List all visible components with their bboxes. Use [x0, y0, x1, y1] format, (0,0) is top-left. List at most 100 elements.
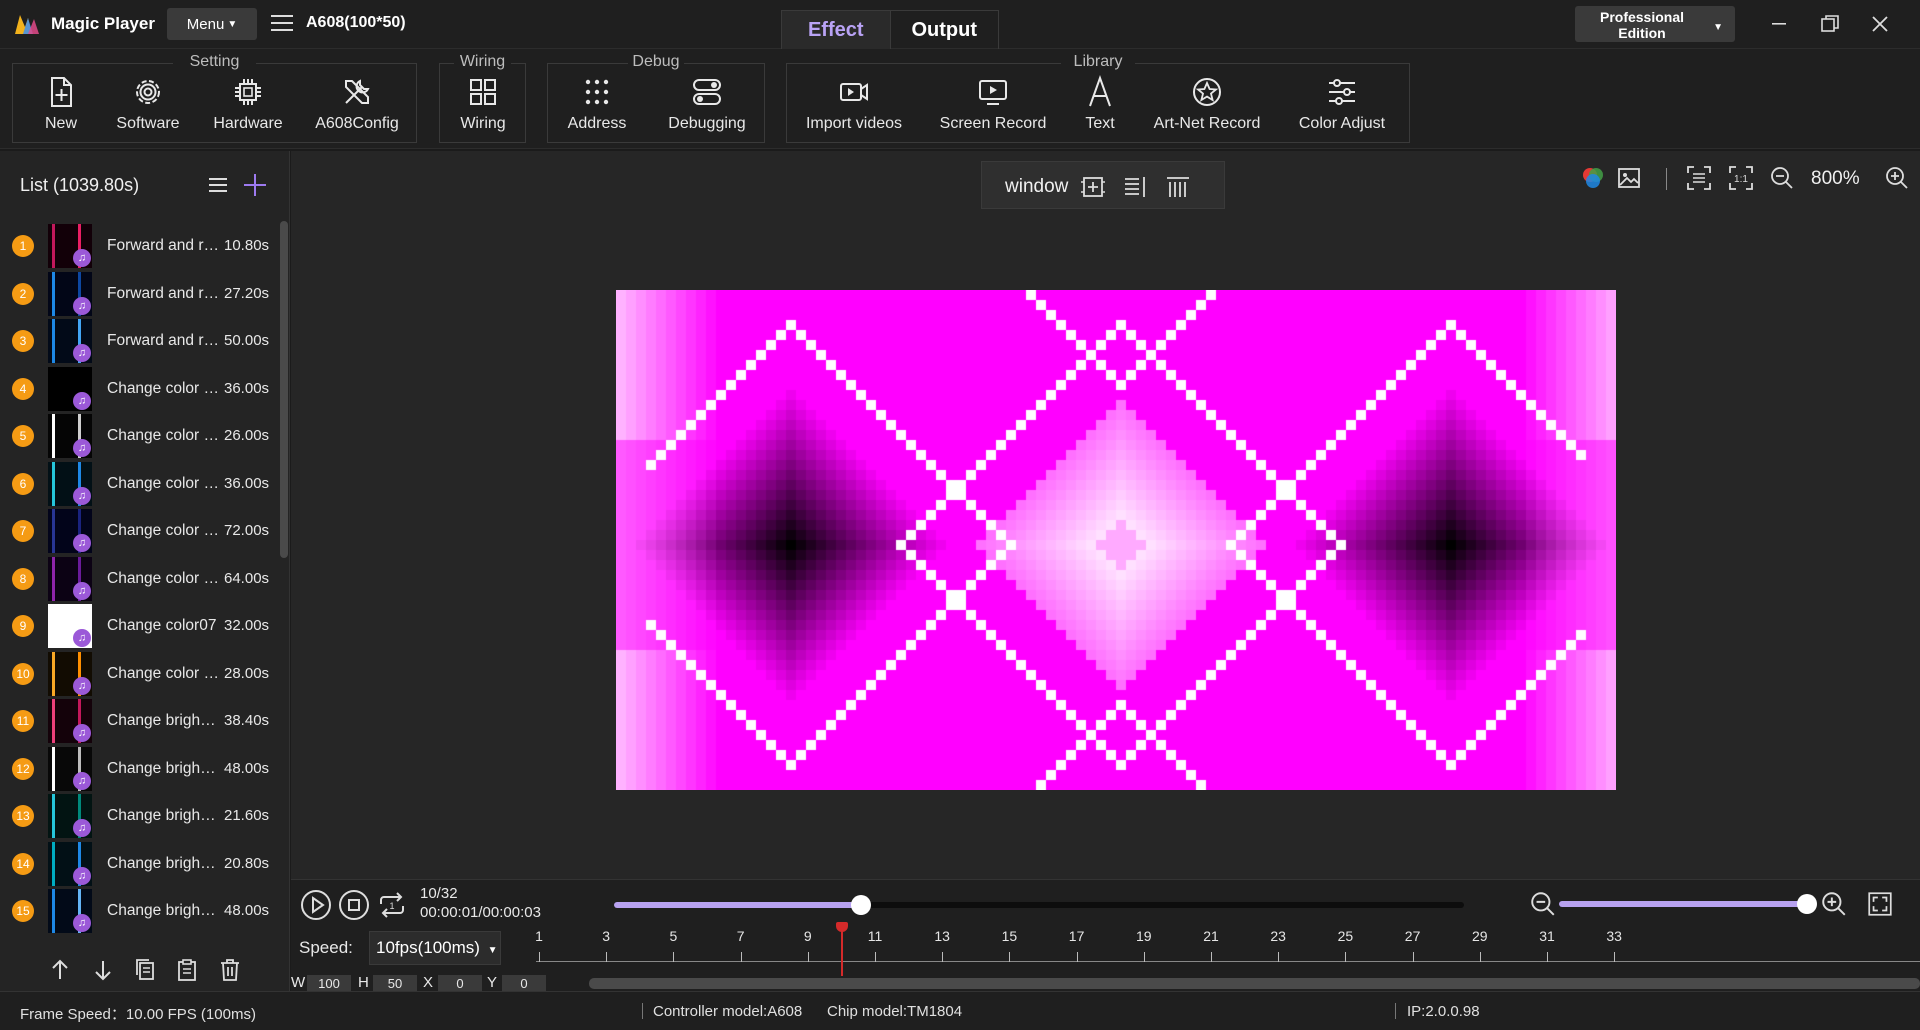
fullscreen-icon[interactable] — [1866, 890, 1894, 918]
screen-record-button[interactable]: Screen Record — [937, 75, 1049, 139]
list-item[interactable]: 11 ♫ Change brigh… 38.40s — [0, 696, 278, 744]
width-input[interactable]: 100 — [307, 975, 351, 992]
timeline-ruler[interactable]: 1 3 5 7 9 11 13 15 17 19 21 23 25 27 29 31 33 — [535, 924, 1920, 962]
add-window-icon[interactable] — [1080, 174, 1106, 200]
zoom-level: 800% — [1811, 168, 1860, 189]
hardware-button[interactable]: Hardware — [203, 75, 293, 139]
stop-icon[interactable] — [337, 888, 371, 922]
music-note-icon: ♫ — [73, 534, 91, 552]
item-duration: 64.00s — [224, 569, 270, 587]
item-thumbnail: ♫ — [48, 414, 92, 458]
color-wheel-icon[interactable] — [1580, 165, 1606, 191]
ruler-tick-label: 19 — [1136, 928, 1152, 944]
led-preview-canvas[interactable] — [616, 290, 1616, 790]
x-input[interactable]: 0 — [438, 975, 482, 992]
item-number-badge: 15 — [12, 900, 34, 922]
delete-icon[interactable] — [217, 957, 243, 983]
progress-handle[interactable] — [850, 895, 871, 915]
tab-effect[interactable]: Effect — [782, 11, 891, 49]
list-scrollbar[interactable] — [280, 221, 288, 558]
paste-icon[interactable] — [174, 957, 200, 983]
list-item[interactable]: 15 ♫ Change brigh… 48.00s — [0, 886, 278, 934]
caret-down-icon: ▼ — [487, 945, 498, 956]
ruler-tick-label: 31 — [1539, 928, 1555, 944]
color-adjust-button[interactable]: Color Adjust — [1287, 75, 1397, 139]
list-menu-icon[interactable] — [205, 172, 231, 198]
import-videos-button[interactable]: Import videos — [802, 75, 906, 139]
list-item[interactable]: 3 ♫ Forward and r… 50.00s — [0, 316, 278, 364]
menu-button[interactable]: Menu ▼ — [167, 8, 257, 40]
wiring-button[interactable]: Wiring — [450, 75, 516, 139]
edition-dropdown[interactable]: Professional Edition ▼ — [1575, 6, 1735, 42]
edition-line2: Edition — [1618, 25, 1666, 41]
item-name: Forward and r… — [107, 284, 219, 302]
list-item[interactable]: 12 ♫ Change brigh… 48.00s — [0, 744, 278, 792]
list-item[interactable]: 4 ♫ Change color … 36.00s — [0, 364, 278, 412]
play-icon[interactable] — [299, 888, 333, 922]
ruler-tick-label: 23 — [1270, 928, 1286, 944]
column-grid-icon[interactable] — [1165, 174, 1191, 200]
artnet-record-button[interactable]: Art-Net Record — [1149, 75, 1265, 139]
item-number-badge: 9 — [12, 615, 34, 637]
align-list-icon[interactable] — [1122, 174, 1148, 200]
zoom-out-icon[interactable] — [1769, 165, 1795, 191]
image-icon[interactable] — [1616, 165, 1642, 191]
hamburger-menu-icon[interactable] — [270, 12, 294, 34]
move-up-icon[interactable] — [47, 957, 73, 983]
timeline-zoom-out-icon[interactable] — [1529, 890, 1557, 918]
zoom-in-icon[interactable] — [1884, 165, 1910, 191]
ruler-tick — [1278, 952, 1280, 962]
close-icon[interactable] — [1866, 10, 1894, 38]
item-number-badge: 2 — [12, 282, 34, 305]
caret-down-icon: ▼ — [227, 18, 238, 30]
list-item[interactable]: 2 ♫ Forward and r… 27.20s — [0, 269, 278, 317]
tab-output[interactable]: Output — [891, 11, 999, 49]
add-item-icon[interactable] — [242, 172, 268, 198]
item-duration: 28.00s — [224, 664, 270, 682]
item-duration: 32.00s — [224, 617, 270, 634]
copy-icon[interactable] — [132, 957, 158, 983]
list-item[interactable]: 6 ♫ Change color … 36.00s — [0, 459, 278, 507]
playhead[interactable] — [836, 922, 849, 976]
list-item[interactable]: 9 ♫ Change color07 32.00s — [0, 601, 278, 649]
restore-icon[interactable] — [1816, 10, 1844, 38]
thumbnail-stripe — [52, 224, 55, 268]
zoom-handle[interactable] — [1797, 894, 1817, 914]
timeline-zoom-slider[interactable] — [1559, 894, 1817, 914]
actual-size-icon[interactable]: 1:1 — [1728, 165, 1754, 191]
height-input[interactable]: 50 — [373, 975, 417, 992]
playback-progress-slider[interactable] — [614, 895, 1464, 915]
timeline-scrollbar[interactable] — [589, 978, 1920, 989]
debugging-label: Debugging — [668, 115, 746, 132]
list-item[interactable]: 8 ♫ Change color … 64.00s — [0, 554, 278, 602]
a608config-button[interactable]: A608Config — [308, 75, 406, 139]
text-label: Text — [1085, 115, 1115, 132]
list-item[interactable]: 13 ♫ Change brigh… 21.60s — [0, 791, 278, 839]
software-button[interactable]: Software — [103, 75, 193, 139]
ip-status: IP:2.0.0.98 — [1407, 1003, 1480, 1020]
list-item[interactable]: 5 ♫ Change color … 26.00s — [0, 411, 278, 459]
timeline-zoom-in-icon[interactable] — [1820, 890, 1848, 918]
loop-one-icon[interactable]: 1 — [375, 888, 409, 922]
new-button[interactable]: New — [31, 75, 91, 139]
speed-select[interactable]: 10fps(100ms) ▼ — [369, 931, 501, 965]
list-item[interactable]: 1 ♫ Forward and r… 10.80s — [0, 221, 278, 269]
preview-area: window 1:1 800% — [291, 151, 1920, 879]
move-down-icon[interactable] — [90, 957, 116, 983]
text-button[interactable]: Text — [1075, 75, 1125, 139]
y-input[interactable]: 0 — [502, 975, 546, 992]
item-duration: 26.00s — [224, 427, 270, 444]
list-item[interactable]: 14 ♫ Change brigh… 20.80s — [0, 839, 278, 887]
a608config-label: A608Config — [315, 115, 399, 132]
fit-screen-icon[interactable] — [1686, 165, 1712, 191]
minimize-icon[interactable] — [1765, 10, 1793, 38]
item-thumbnail: ♫ — [48, 366, 92, 411]
debugging-button[interactable]: Debugging — [660, 75, 754, 139]
group-label-setting: Setting — [185, 53, 244, 70]
ruler-tick — [1009, 952, 1011, 962]
status-bar: Frame Speed：10.00 FPS (100ms) Controller… — [0, 991, 1920, 1030]
item-number-badge: 13 — [12, 805, 34, 827]
list-item[interactable]: 10 ♫ Change color … 28.00s — [0, 649, 278, 697]
list-item[interactable]: 7 ♫ Change color … 72.00s — [0, 506, 278, 554]
address-button[interactable]: Address — [560, 75, 634, 139]
